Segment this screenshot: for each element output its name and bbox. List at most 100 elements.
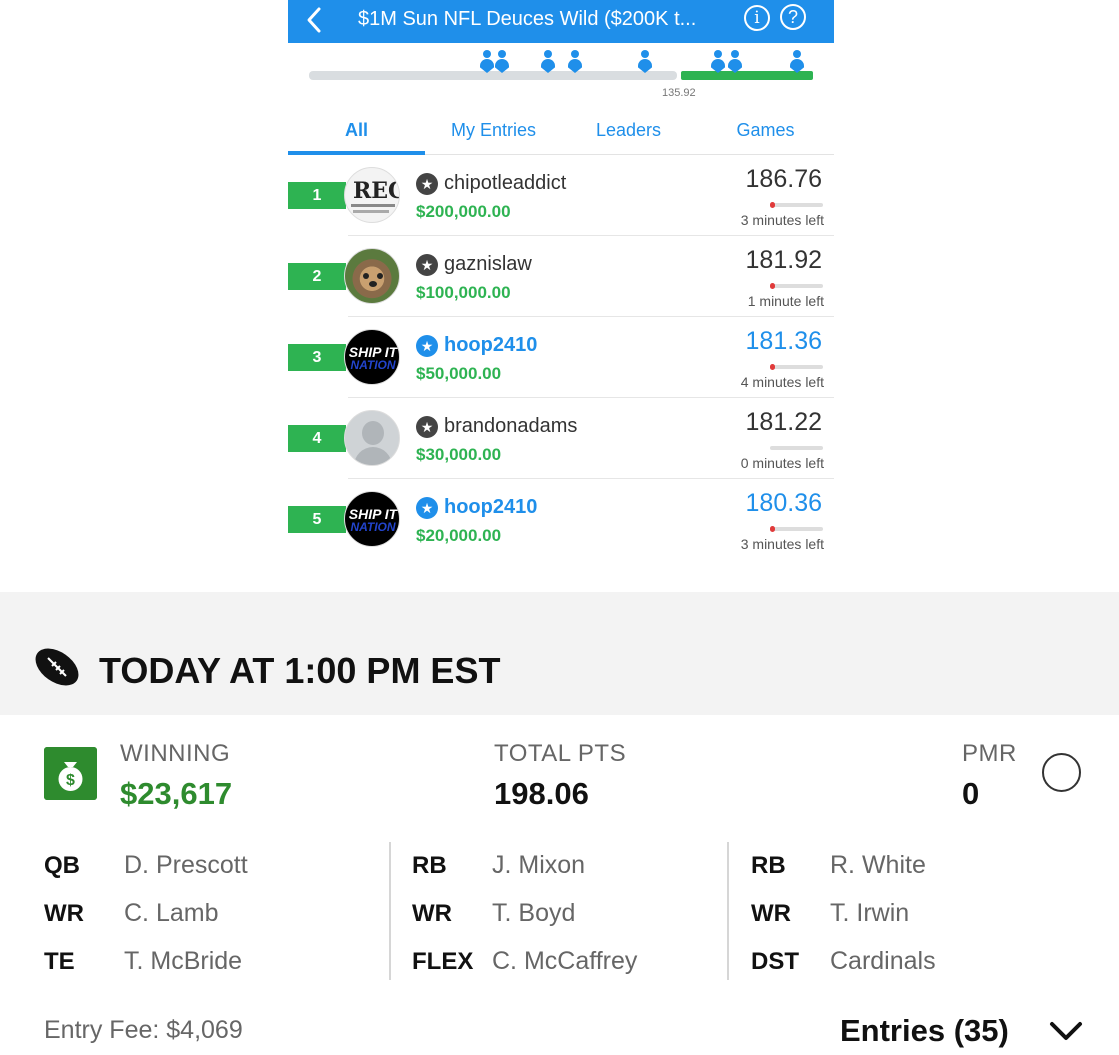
pmr-bar [770, 284, 823, 288]
pmr-indicator [770, 283, 775, 289]
person-icon [495, 50, 509, 74]
star-icon: ★ [416, 173, 438, 195]
prize-amount: $50,000.00 [416, 364, 502, 383]
football-icon [35, 648, 79, 686]
leaderboard-row[interactable]: 2 ★ gaznislaw $100,000.00 181.92 1 minut… [288, 236, 834, 317]
prize-amount: $200,000.00 [416, 202, 511, 221]
header-bar: $1M Sun NFL Deuces Wild ($200K t... i ? [288, 0, 834, 43]
time-left: 0 minutes left [740, 455, 824, 471]
entries-toggle[interactable]: Entries (35) [840, 1013, 1009, 1049]
avatar [344, 410, 400, 466]
game-header: TODAY AT 1:00 PM EST [0, 592, 1119, 715]
person-icon [790, 50, 804, 74]
pmr-indicator [770, 364, 775, 370]
points: 181.92 [745, 246, 822, 274]
username: chipotleaddict [444, 172, 567, 194]
chevron-left-icon[interactable] [302, 5, 326, 35]
star-icon: ★ [416, 335, 438, 357]
pmr-bar [770, 527, 823, 531]
player-name: C. Lamb [124, 899, 219, 927]
username: gaznislaw [444, 253, 532, 275]
rank-badge: 3 [288, 344, 346, 371]
money-bag-icon: $ [44, 747, 97, 800]
rank-badge: 2 [288, 263, 346, 290]
person-icon [728, 50, 742, 74]
prize-amount: $30,000.00 [416, 445, 502, 464]
time-left: 3 minutes left [740, 536, 824, 552]
pmr-bar [770, 365, 823, 369]
tab-my-entries[interactable]: My Entries [425, 120, 562, 141]
points: 186.76 [745, 165, 822, 193]
person-icon [711, 50, 725, 74]
position-label: TE [44, 948, 75, 975]
score-marker: 135.92 [662, 87, 696, 99]
pmr-indicator [770, 526, 775, 532]
rank-badge: 4 [288, 425, 346, 452]
pmr-label: PMR [962, 740, 1017, 767]
avatar [344, 248, 400, 304]
payout-progress: 135.92 [288, 43, 834, 103]
avatar: REG [344, 167, 400, 223]
username: brandonadams [444, 415, 578, 437]
pmr-bar [770, 203, 823, 207]
select-entry-radio[interactable] [1042, 753, 1081, 792]
chevron-down-icon[interactable] [1048, 1019, 1084, 1043]
svg-text:$: $ [66, 772, 75, 789]
info-icon[interactable]: i [744, 5, 770, 31]
position-label: WR [412, 900, 452, 927]
pmr-value: 0 [962, 776, 980, 811]
column-divider [727, 842, 729, 980]
position-label: DST [751, 948, 799, 975]
time-left: 1 minute left [747, 293, 824, 309]
username: hoop2410 [444, 496, 538, 518]
tab-leaders[interactable]: Leaders [560, 120, 697, 141]
contest-title: $1M Sun NFL Deuces Wild ($200K t... [358, 8, 697, 30]
player-name: T. Boyd [492, 899, 576, 927]
player-name: D. Prescott [124, 851, 248, 879]
column-divider [389, 842, 391, 980]
help-icon[interactable]: ? [780, 4, 806, 30]
leaderboard-row[interactable]: 3 SHIP IT NATION ★ hoop2410 $50,000.00 18… [288, 317, 834, 398]
winning-value: $23,617 [120, 776, 233, 811]
tab-bar: All My Entries Leaders Games [288, 110, 834, 155]
entry-summary-card: $ WINNING $23,617 TOTAL PTS 198.06 PMR 0… [0, 715, 1119, 1055]
position-label: FLEX [412, 948, 474, 975]
star-icon: ★ [416, 497, 438, 519]
player-name: T. Irwin [830, 899, 910, 927]
points: 180.36 [745, 489, 822, 517]
position-label: RB [412, 852, 447, 879]
tab-all[interactable]: All [288, 120, 425, 141]
prize-amount: $100,000.00 [416, 283, 511, 302]
pmr-indicator [770, 202, 775, 208]
rank-badge: 1 [288, 182, 346, 209]
avatar: SHIP IT NATION [344, 329, 400, 385]
player-name: C. McCaffrey [492, 947, 638, 975]
player-name: R. White [830, 851, 926, 879]
position-label: RB [751, 852, 786, 879]
person-icon [541, 50, 555, 74]
username: hoop2410 [444, 334, 538, 356]
person-icon [568, 50, 582, 74]
winning-label: WINNING [120, 740, 231, 767]
player-name: J. Mixon [492, 851, 586, 879]
leaderboard-row[interactable]: 4 ★ brandonadams $30,000.00 181.22 0 min… [288, 398, 834, 479]
points: 181.22 [745, 408, 822, 436]
time-left: 3 minutes left [740, 212, 824, 228]
star-icon: ★ [416, 416, 438, 438]
leaderboard-row[interactable]: 1 REG ★ chipotleaddict $200,000.00 186.7… [288, 155, 834, 236]
position-label: QB [44, 852, 80, 879]
leaderboard-row[interactable]: 5 SHIP IT NATION ★ hoop2410 $20,000.00 18… [288, 479, 834, 560]
position-label: WR [751, 900, 791, 927]
rank-badge: 5 [288, 506, 346, 533]
entry-fee: Entry Fee: $4,069 [44, 1016, 243, 1044]
tab-games[interactable]: Games [697, 120, 834, 141]
position-label: WR [44, 900, 84, 927]
points: 181.36 [745, 327, 822, 355]
total-points-label: TOTAL PTS [494, 740, 627, 767]
player-name: Cardinals [830, 947, 936, 975]
star-icon: ★ [416, 254, 438, 276]
total-points-value: 198.06 [494, 776, 589, 811]
time-left: 4 minutes left [740, 374, 824, 390]
person-icon [638, 50, 652, 74]
pmr-bar [770, 446, 823, 450]
